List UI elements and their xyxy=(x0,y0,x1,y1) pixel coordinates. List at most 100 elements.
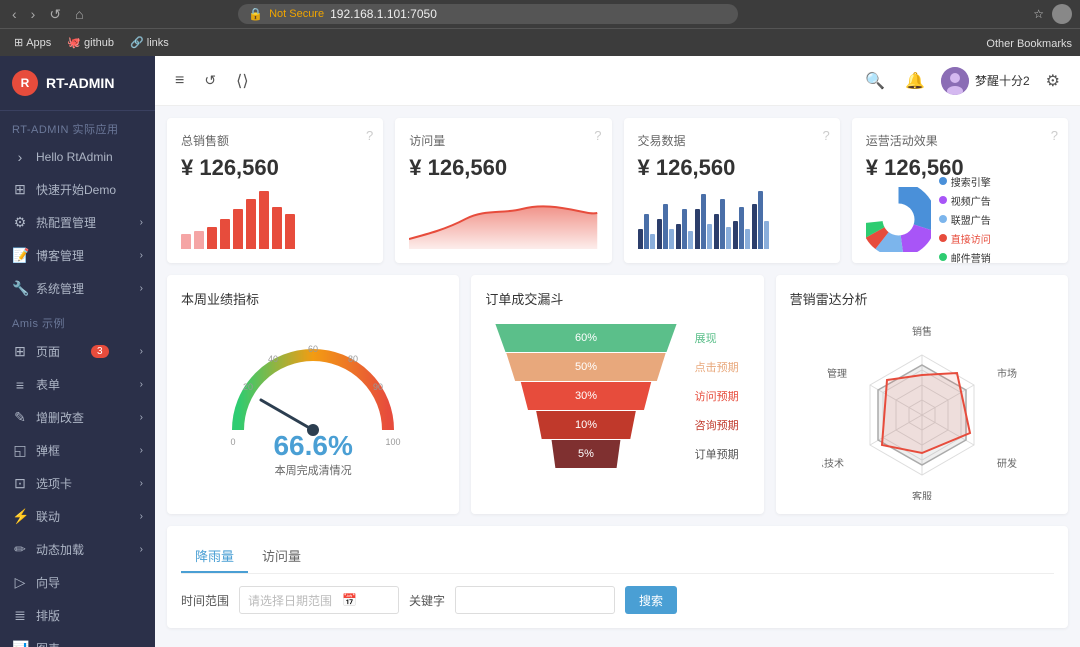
keyword-input[interactable] xyxy=(455,586,615,614)
sidebar-item-wizard[interactable]: ▷ 向导 xyxy=(0,566,155,599)
sidebar-item-tabs[interactable]: ⊡ 选项卡 › xyxy=(0,467,155,500)
middle-row: 本周业绩指标 xyxy=(167,275,1068,514)
sidebar-label: 增删改查 xyxy=(36,409,84,426)
sidebar-label: 热配置管理 xyxy=(36,214,96,231)
sidebar-section-1: RT-ADMIN 实际应用 xyxy=(0,111,155,141)
logo-icon: R xyxy=(12,70,38,96)
funnel-container: 60% 展现 50% 点击预期 xyxy=(485,320,749,472)
help-icon[interactable]: ? xyxy=(823,128,830,143)
svg-text:80: 80 xyxy=(348,354,358,364)
gauge-label: 本周完成清情况 xyxy=(273,462,352,478)
radar-container: 销售 市场 研发 客服 信息技术 管理 xyxy=(790,320,1054,500)
help-icon[interactable]: ? xyxy=(366,128,373,143)
sidebar-item-config[interactable]: ⚙ 热配置管理 › xyxy=(0,206,155,239)
sidebar-label: 联动 xyxy=(36,508,60,525)
blog-icon: 📝 xyxy=(12,247,28,264)
sidebar-item-pages[interactable]: ⊞ 页面 3 › xyxy=(0,335,155,368)
funnel-label-2: 点击预期 xyxy=(695,359,750,375)
sidebar-item-dynamic[interactable]: ✏ 动态加载 › xyxy=(0,533,155,566)
refresh-button[interactable]: ↺ xyxy=(45,4,65,25)
sidebar-item-blog[interactable]: 📝 博客管理 › xyxy=(0,239,155,272)
sidebar-item-form[interactable]: ≡ 表单 › xyxy=(0,368,155,401)
refresh-app-icon[interactable]: ↺ xyxy=(200,68,220,93)
stat-card-transactions: 交易数据 ¥ 126,560 ? xyxy=(624,118,840,263)
menu-icon[interactable]: ≡ xyxy=(171,68,188,94)
search-icon[interactable]: 🔍 xyxy=(861,67,889,95)
keyword-label: 关键字 xyxy=(409,592,445,609)
svg-text:20: 20 xyxy=(243,382,253,392)
sidebar-label: 选项卡 xyxy=(36,475,72,492)
chart-icon: 📊 xyxy=(12,640,28,647)
funnel-row-4: 10% 咨询预期 xyxy=(485,411,749,439)
sidebar-item-link[interactable]: ⚡ 联动 › xyxy=(0,500,155,533)
home-button[interactable]: ⌂ xyxy=(71,4,87,24)
address-bar[interactable]: 🔒 Not Secure 192.168.1.101:7050 xyxy=(238,4,738,24)
funnel-card-title: 订单成交漏斗 xyxy=(485,289,749,308)
funnel-row-3: 30% 访问预期 xyxy=(485,382,749,410)
help-icon[interactable]: ? xyxy=(1051,128,1058,143)
sidebar: R RT-ADMIN RT-ADMIN 实际应用 › Hello RtAdmin… xyxy=(0,56,155,647)
user-menu[interactable]: 梦醒十分2 xyxy=(941,67,1030,95)
dialog-icon: ◱ xyxy=(12,442,28,459)
bookmark-github[interactable]: 🐙 github xyxy=(61,34,120,51)
svg-text:市场: 市场 xyxy=(997,367,1017,380)
chevron-right-icon: › xyxy=(140,478,143,489)
bookmark-links[interactable]: 🔗 links xyxy=(124,34,175,51)
wizard-icon: ▷ xyxy=(12,574,28,591)
code-icon[interactable]: ⟨⟩ xyxy=(232,67,252,95)
arrow-icon: › xyxy=(12,149,28,165)
svg-text:管理: 管理 xyxy=(827,367,847,380)
back-button[interactable]: ‹ xyxy=(8,4,21,24)
funnel-label-5: 订单预期 xyxy=(695,446,750,462)
dynamic-icon: ✏ xyxy=(12,541,28,558)
help-icon[interactable]: ? xyxy=(594,128,601,143)
sidebar-item-chart[interactable]: 📊 图表 xyxy=(0,632,155,647)
sales-chart xyxy=(181,189,369,249)
user-icon[interactable] xyxy=(1052,4,1072,24)
funnel-bar-1: 60% xyxy=(485,324,686,352)
settings-icon: ⚙ xyxy=(12,214,28,231)
gauge-card: 本周业绩指标 xyxy=(167,275,459,514)
bookmark-apps[interactable]: ⊞ Apps xyxy=(8,34,57,51)
forward-button[interactable]: › xyxy=(27,4,40,24)
search-button[interactable]: 搜索 xyxy=(625,586,677,614)
grid-icon: ⊞ xyxy=(12,181,28,198)
sidebar-label: 页面 xyxy=(36,343,60,360)
funnel-row-5: 5% 订单预期 xyxy=(485,440,749,468)
stat-card-sales: 总销售额 ¥ 126,560 ? xyxy=(167,118,383,263)
stat-title: 交易数据 xyxy=(638,132,826,149)
sidebar-item-crud[interactable]: ✎ 增删改查 › xyxy=(0,401,155,434)
sidebar-item-system[interactable]: 🔧 系统管理 › xyxy=(0,272,155,305)
star-icon[interactable]: ☆ xyxy=(1033,7,1044,21)
crud-icon: ✎ xyxy=(12,409,28,426)
chevron-right-icon: › xyxy=(140,379,143,390)
avatar xyxy=(941,67,969,95)
stat-value: ¥ 126,560 xyxy=(181,155,369,181)
sidebar-item-demo[interactable]: ⊞ 快速开始Demo xyxy=(0,173,155,206)
sidebar-item-layout[interactable]: ≣ 排版 xyxy=(0,599,155,632)
svg-text:客服: 客服 xyxy=(912,490,932,500)
other-bookmarks[interactable]: Other Bookmarks xyxy=(986,35,1072,50)
username-label: 梦醒十分2 xyxy=(975,72,1030,89)
sidebar-item-dialog[interactable]: ◱ 弹框 › xyxy=(0,434,155,467)
visits-chart xyxy=(409,189,597,249)
sidebar-label: 向导 xyxy=(36,574,60,591)
tab-rainfall[interactable]: 降雨量 xyxy=(181,540,248,573)
badge-pages: 3 xyxy=(91,345,109,358)
stat-title: 总销售额 xyxy=(181,132,369,149)
tool-icon: 🔧 xyxy=(12,280,28,297)
sidebar-item-hello[interactable]: › Hello RtAdmin xyxy=(0,141,155,173)
svg-text:40: 40 xyxy=(268,354,278,364)
pages-icon: ⊞ xyxy=(12,343,28,360)
radar-card: 营销雷达分析 销售 市场 研发 客服 信息技术 管理 xyxy=(776,275,1068,514)
gear-icon[interactable]: ⚙ xyxy=(1042,67,1064,95)
sidebar-label: 弹框 xyxy=(36,442,60,459)
logo-text: RT-ADMIN xyxy=(46,75,114,91)
radar-card-title: 营销雷达分析 xyxy=(790,289,1054,308)
chevron-right-icon: › xyxy=(140,445,143,456)
time-range-input[interactable]: 请选择日期范围 📅 xyxy=(239,586,399,614)
bell-icon[interactable]: 🔔 xyxy=(901,67,929,95)
sidebar-label: 系统管理 xyxy=(36,280,84,297)
tab-visits[interactable]: 访问量 xyxy=(248,540,315,573)
stat-title: 运营活动效果 xyxy=(866,132,1054,149)
